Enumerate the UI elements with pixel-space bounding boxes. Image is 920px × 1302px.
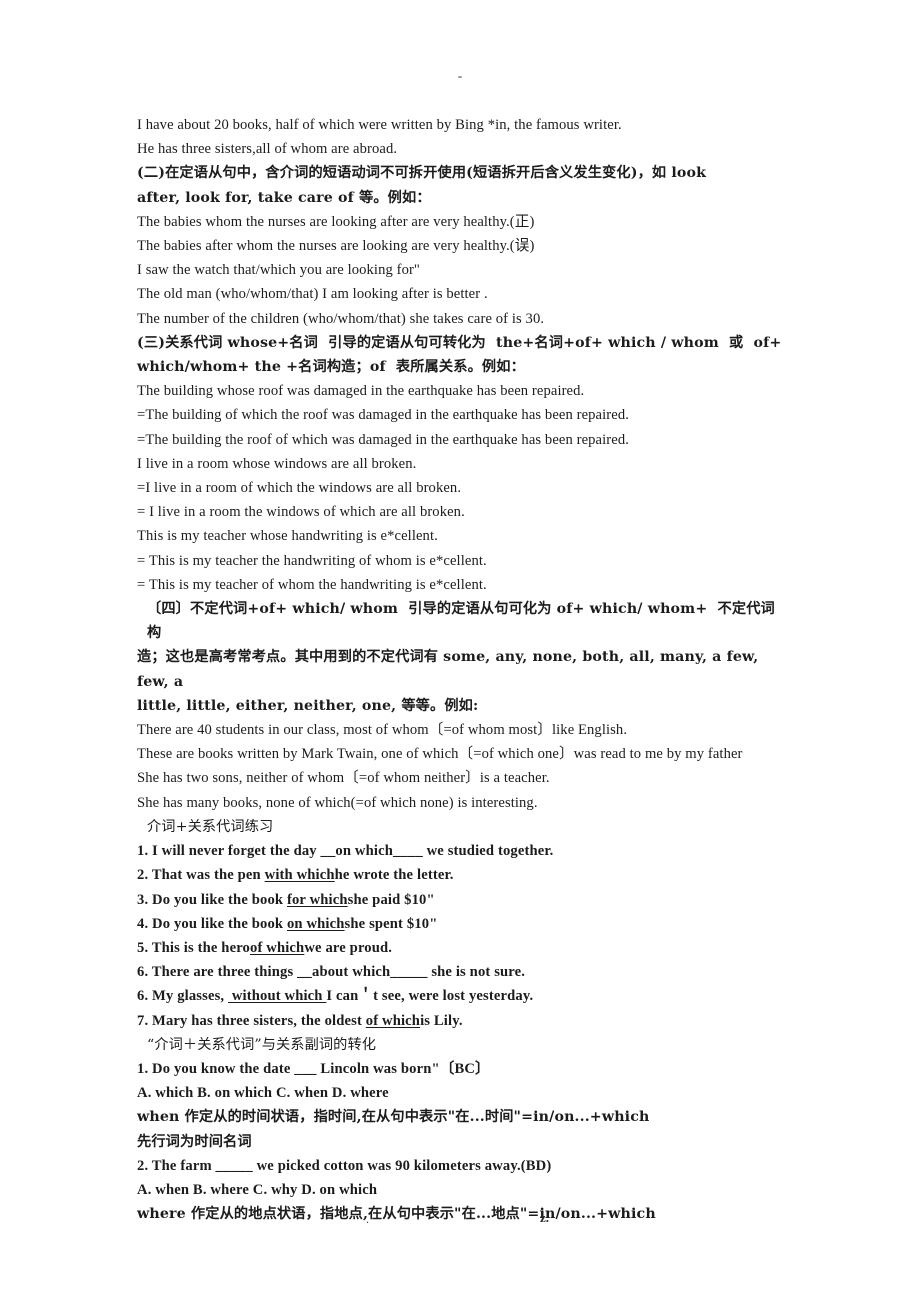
underlined-answer: on which: [286, 915, 345, 932]
document-line: 3. Do you like the book for whichshe pai…: [137, 888, 789, 912]
document-line: The number of the children (who/whom/tha…: [137, 310, 545, 327]
document-line: The old man (who/whom/that) I am looking…: [137, 286, 488, 303]
document-line: =I live in a room of which the windows a…: [137, 480, 462, 497]
line-text: __about which_____: [297, 964, 428, 981]
line-text: 7. Mary has three sisters, the oldest: [137, 1012, 366, 1029]
line-text: 6. There are three things: [137, 964, 298, 981]
document-line: 2. The farm _____ we picked cotton was 9…: [137, 1157, 552, 1174]
document-line: 〔四〕不定代词+of+ which/ whom 引导的定语从句可化为 of+ w…: [147, 601, 786, 642]
page-header-mark: -: [457, 68, 463, 83]
document-line: A. which B. on which C. when D. where: [137, 1085, 389, 1102]
line-text: 5. This is the hero: [137, 939, 251, 956]
document-line: after, look for, take care of 等。例如：: [137, 189, 431, 206]
document-line: when 作定从的时间状语，指时间,在从句中表示"在...时间"=in/on..…: [137, 1109, 650, 1126]
line-text: we studied together.: [422, 843, 554, 860]
line-text: she is not sure.: [427, 964, 526, 981]
line-text: 3. Do you like the book: [137, 891, 287, 908]
document-line: = I live in a room the windows of which …: [137, 504, 465, 521]
document-page: - I have about 20 books, half of which w…: [0, 0, 920, 1302]
document-line: He has three sisters,all of whom are abr…: [137, 141, 398, 158]
document-line: =The building the roof of which was dama…: [137, 431, 629, 448]
document-line: 6. My glasses, without which I can＇t see…: [137, 984, 789, 1008]
document-line: 1. Do you know the date ___ Lincoln was …: [137, 1060, 490, 1077]
underlined-answer: with which: [264, 867, 335, 884]
document-line: 造；这也是高考常考点。其中用到的不定代词有 some, any, none, b…: [137, 649, 764, 690]
line-text: __on which____: [320, 843, 423, 860]
line-text: 6. My glasses,: [137, 988, 229, 1005]
document-line: She has two sons, neither of whom〔=of wh…: [137, 770, 550, 787]
document-line: I have about 20 books, half of which wer…: [137, 117, 622, 133]
document-line: =The building of which the roof was dama…: [137, 407, 629, 424]
document-line: This is my teacher whose handwriting is …: [137, 528, 438, 545]
footer-right-mark: z.: [540, 1210, 550, 1225]
line-text: he wrote the letter.: [334, 867, 454, 884]
document-line: The babies after whom the nurses are loo…: [137, 238, 535, 255]
page-footer: . z.: [0, 1210, 920, 1232]
document-line: The babies whom the nurses are looking a…: [137, 213, 535, 230]
line-text: she spent $10": [344, 915, 438, 932]
document-line: which/whom+ the +名词构造；of 表所属关系。例如：: [137, 359, 525, 376]
document-line: 2. That was the pen with whichhe wrote t…: [137, 863, 789, 887]
line-text: 4. Do you like the book: [137, 915, 287, 932]
underlined-answer: without which: [228, 988, 327, 1005]
document-line: 4. Do you like the book on whichshe spen…: [137, 912, 789, 936]
document-line: I live in a room whose windows are all b…: [137, 455, 417, 472]
document-line: “介词＋关系代词”与关系副词的转化: [147, 1036, 377, 1053]
underlined-answer: of which: [365, 1012, 421, 1029]
document-line: 7. Mary has three sisters, the oldest of…: [137, 1009, 789, 1033]
document-line: 6. There are three things __about which_…: [137, 960, 789, 984]
document-line: = This is my teacher the handwriting of …: [137, 552, 487, 569]
document-line: (三)关系代词 whose+名词 引导的定语从句可转化为 the+名词+of+ …: [137, 334, 782, 351]
document-line: A. when B. where C. why D. on which: [137, 1181, 378, 1198]
line-text: 1. I will never forget the day: [137, 843, 321, 860]
document-line: The building whose roof was damaged in t…: [137, 383, 585, 400]
line-text: we are proud.: [304, 939, 393, 956]
document-body: I have about 20 books, half of which wer…: [137, 113, 789, 1226]
underlined-answer: for which: [286, 891, 348, 908]
document-line: There are 40 students in our class, most…: [137, 722, 628, 739]
document-line: 1. I will never forget the day __on whic…: [137, 839, 789, 863]
line-text: 2. That was the pen: [137, 867, 265, 884]
document-line: I saw the watch that/which you are looki…: [137, 262, 420, 279]
document-line: 介词+关系代词练习: [147, 818, 274, 835]
line-text: she paid $10": [347, 891, 435, 908]
document-line: She has many books, none of which(=of wh…: [137, 794, 538, 811]
footer-left-mark: .: [366, 1212, 369, 1226]
line-text: is Lily.: [420, 1012, 463, 1029]
document-line: little, little, either, neither, one, 等等…: [137, 697, 479, 714]
line-text: I can＇t see, were lost yesterday.: [326, 988, 534, 1005]
document-line: 5. This is the heroof whichwe are proud.: [137, 936, 789, 960]
document-line: (二)在定语从句中，含介词的短语动词不可拆开使用(短语拆开后含义发生变化)，如 …: [137, 165, 707, 182]
underlined-answer: of which: [250, 939, 305, 956]
document-line: 先行词为时间名词: [137, 1133, 252, 1150]
document-line: = This is my teacher of whom the handwri…: [137, 576, 487, 593]
document-line: These are books written by Mark Twain, o…: [137, 746, 743, 763]
